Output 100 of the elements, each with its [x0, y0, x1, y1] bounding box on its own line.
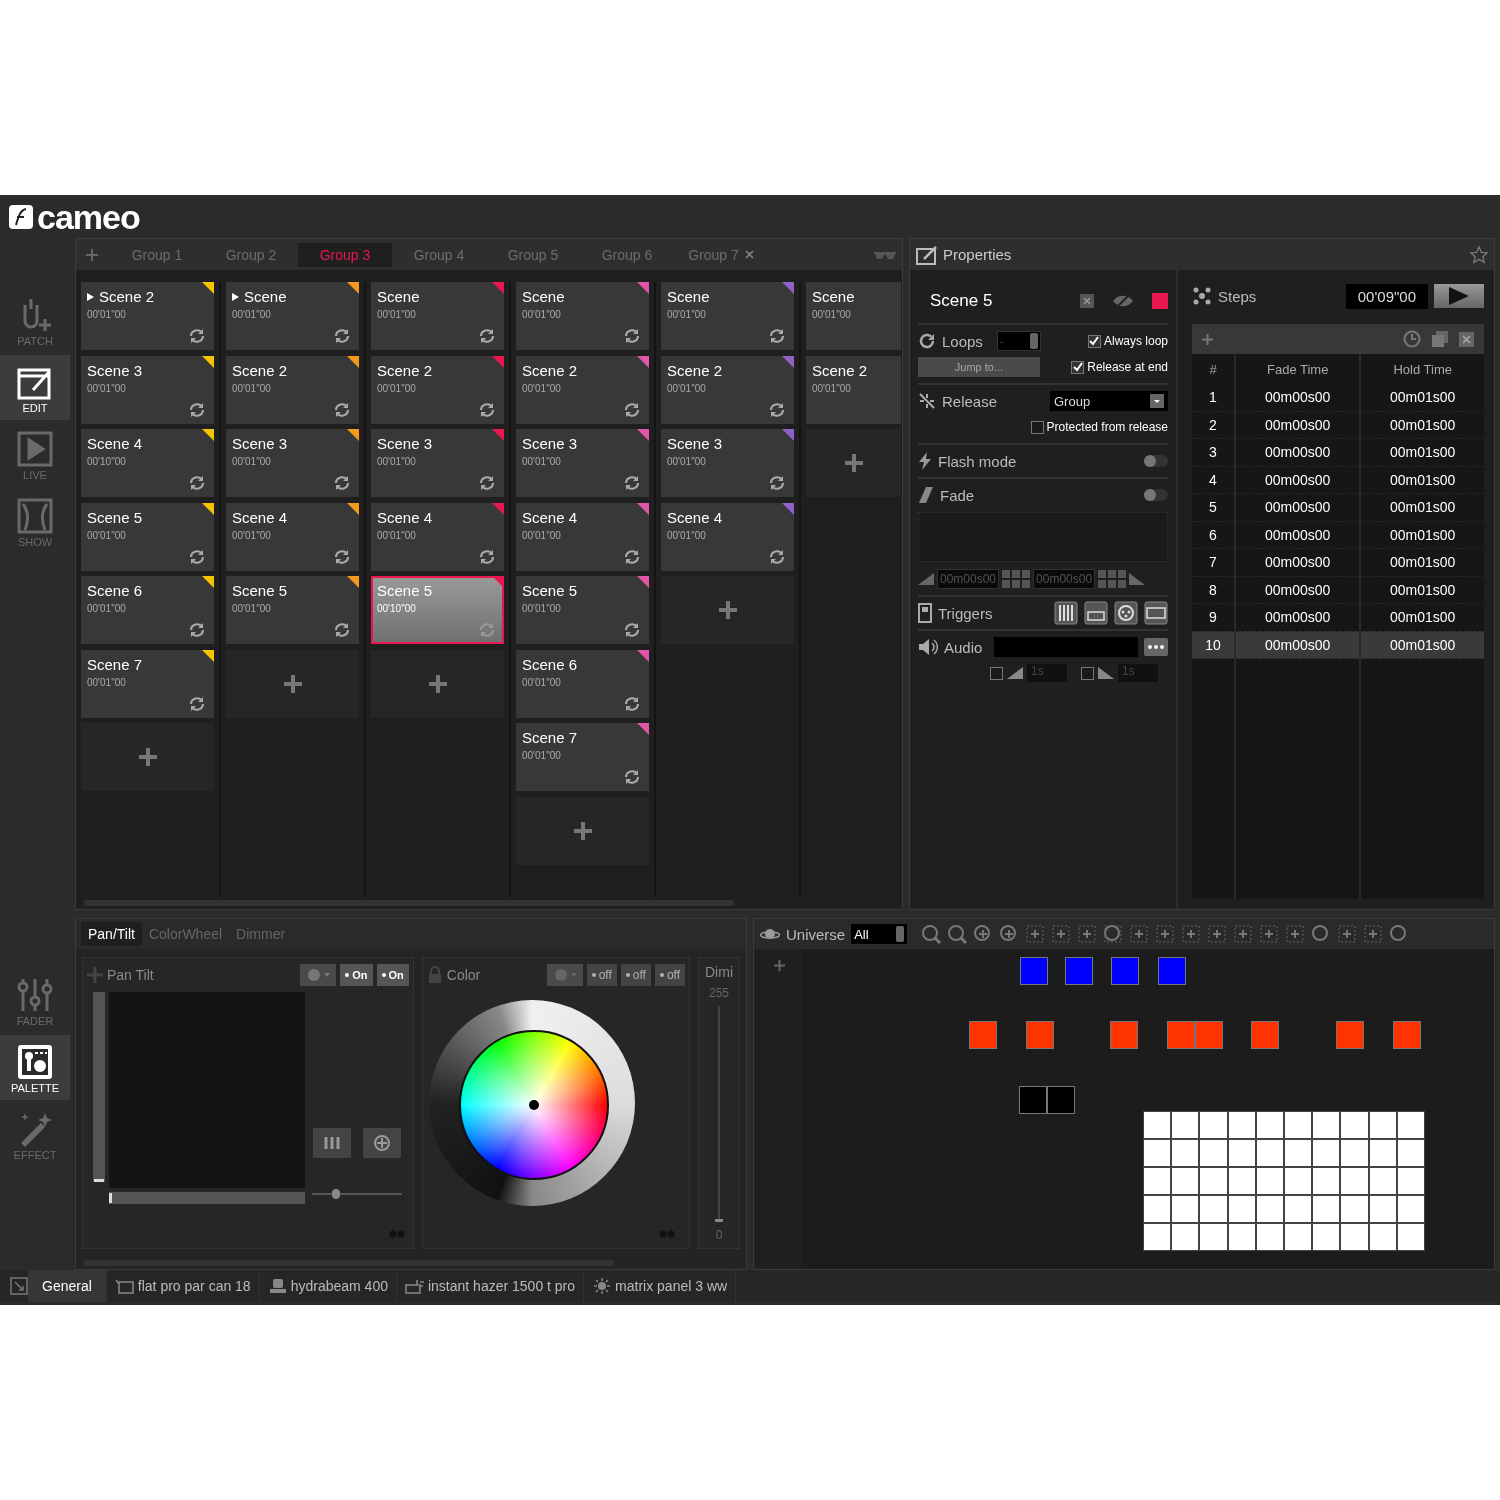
loop-icon[interactable] — [623, 622, 641, 638]
clock-icon[interactable] — [1403, 330, 1421, 348]
step-row[interactable]: 4 00m00s00 00m01s00 — [1192, 466, 1484, 494]
keypad-icon[interactable] — [1098, 570, 1127, 588]
fixture[interactable] — [1019, 1086, 1047, 1114]
loop-icon[interactable] — [333, 548, 351, 565]
scene-card[interactable]: Scene 2 00'01"00 — [371, 355, 504, 424]
loop-icon[interactable] — [623, 401, 641, 418]
fixture-select-button[interactable] — [546, 964, 583, 986]
always-loop-checkbox[interactable]: Always loop — [1087, 334, 1168, 348]
scene-card[interactable]: Scene 3 00'01"00 — [226, 429, 359, 497]
scene-card[interactable]: Scene 2 00'01"00 — [516, 355, 649, 424]
scene-card[interactable]: Scene 5 00'01"00 — [81, 502, 214, 571]
add-icon[interactable] — [1202, 333, 1213, 345]
scene-card[interactable]: Scene 3 00'01"00 — [81, 355, 214, 424]
scene-card[interactable]: Scene 3 00'01"00 — [661, 429, 794, 497]
speed-slider[interactable] — [311, 1188, 402, 1200]
loop-icon[interactable] — [623, 475, 641, 491]
loop-icon[interactable] — [623, 769, 641, 785]
step-row[interactable]: 7 00m00s00 00m01s00 — [1192, 548, 1484, 576]
loop-icon[interactable] — [623, 548, 641, 565]
more-icon[interactable] — [1144, 638, 1168, 656]
scene-card[interactable]: Scene 2 00'01"00 — [806, 355, 901, 424]
fixture[interactable] — [1020, 957, 1048, 985]
loop-icon[interactable] — [768, 401, 786, 418]
fixture-tab[interactable]: matrix panel 3 ww — [584, 1270, 737, 1302]
fixture[interactable] — [1065, 957, 1093, 985]
release-at-end-checkbox[interactable]: Release at end — [1071, 360, 1168, 374]
loop-icon[interactable] — [623, 328, 641, 344]
scene-card[interactable]: Scene 6 00'01"00 — [516, 649, 649, 718]
scene-card[interactable]: Scene 00'01"00 — [226, 282, 359, 350]
scene-name-field[interactable]: Scene 5 — [918, 290, 1062, 311]
scene-card[interactable]: Scene 00'01"00 — [371, 282, 504, 350]
scene-card[interactable]: Scene 3 00'01"00 — [371, 429, 504, 497]
tilt-slider[interactable] — [93, 992, 105, 1182]
close-icon[interactable] — [1459, 331, 1474, 347]
dmx-connector-icon[interactable] — [1114, 601, 1138, 625]
loop-icon[interactable] — [333, 328, 351, 344]
step-row[interactable]: 10 00m00s00 00m01s00 — [1192, 631, 1484, 659]
scene-card[interactable]: Scene 4 00'01"00 — [226, 502, 359, 571]
picker-handle[interactable] — [528, 1100, 539, 1110]
fixture-tab[interactable]: General — [28, 1270, 107, 1302]
loop-icon[interactable] — [333, 622, 351, 638]
fixture-tab[interactable]: hydrabeam 400 — [259, 1270, 397, 1302]
audio-fade-in-checkbox[interactable] — [990, 666, 1003, 680]
close-icon[interactable] — [1080, 293, 1094, 308]
scene-card[interactable]: Scene 5 00'10"00 — [371, 576, 504, 644]
step-row[interactable]: 5 00m00s00 00m01s00 — [1192, 493, 1484, 521]
scene-card[interactable]: Scene 6 00'01"00 — [81, 576, 214, 644]
piano-keys-icon[interactable] — [1054, 601, 1078, 625]
palette-tab[interactable]: Pan/Tilt — [81, 922, 142, 946]
star-icon[interactable] — [1470, 245, 1488, 264]
loop-icon[interactable] — [478, 548, 496, 565]
loop-icon[interactable] — [768, 548, 786, 565]
add-icon[interactable] — [774, 960, 785, 971]
loop-icon[interactable] — [623, 695, 641, 712]
fixtures-button[interactable] — [312, 1128, 351, 1158]
mode-button[interactable]: PALETTE — [0, 1035, 70, 1100]
scene-card[interactable]: Scene 4 00'01"00 — [371, 502, 504, 571]
fixture-tab[interactable]: flat pro par can 18 — [106, 1270, 260, 1302]
on-button[interactable]: On — [340, 964, 373, 986]
release-dropdown[interactable]: Group — [1050, 391, 1168, 411]
mode-button[interactable]: EDIT — [0, 355, 70, 420]
protected-checkbox[interactable]: Protected from release — [1030, 420, 1168, 434]
jump-to-button[interactable]: Jump to... — [918, 357, 1040, 377]
scene-card[interactable]: Scene 2 00'01"00 — [81, 282, 214, 350]
scene-card[interactable]: Scene 4 00'10"00 — [81, 429, 214, 497]
fixture[interactable] — [1111, 957, 1139, 985]
audio-fade-out-checkbox[interactable] — [1081, 666, 1094, 680]
step-row[interactable]: 6 00m00s00 00m01s00 — [1192, 521, 1484, 549]
scene-card[interactable]: Scene 4 00'01"00 — [661, 502, 794, 571]
matrix-fixture[interactable] — [1143, 1111, 1425, 1251]
scene-card[interactable]: Scene 3 00'01"00 — [516, 429, 649, 497]
loop-icon[interactable] — [188, 695, 206, 712]
loop-icon[interactable] — [478, 475, 496, 491]
step-row[interactable]: 1 00m00s00 00m01s00 — [1192, 384, 1484, 411]
pan-slider[interactable] — [109, 1192, 305, 1204]
zoom-in-icon[interactable] — [947, 924, 968, 944]
universe-select[interactable]: All — [851, 924, 908, 944]
fixture[interactable] — [1047, 1086, 1075, 1114]
loop-icon[interactable] — [768, 328, 786, 344]
group-tab[interactable]: Group 3 — [298, 242, 392, 267]
loop-icon[interactable] — [768, 475, 786, 491]
loop-icon[interactable] — [188, 328, 206, 344]
scene-card[interactable]: Scene 2 00'01"00 — [226, 355, 359, 424]
keypad-icon[interactable] — [1002, 570, 1031, 588]
glasses-icon[interactable] — [874, 249, 896, 260]
step-row[interactable]: 2 00m00s00 00m01s00 — [1192, 411, 1484, 439]
tilt-handle[interactable] — [94, 1179, 104, 1182]
on-button[interactable]: On — [376, 964, 409, 986]
scene-card[interactable]: Scene 00'01"00 — [806, 282, 901, 350]
add-icon[interactable] — [86, 248, 98, 261]
keyboard-icon[interactable] — [1084, 601, 1108, 625]
timecode-icon[interactable] — [1144, 601, 1168, 625]
scene-color-swatch[interactable] — [1152, 292, 1168, 309]
loop-icon[interactable] — [333, 401, 351, 418]
loop-icon[interactable] — [478, 328, 496, 344]
off-button[interactable]: off — [586, 964, 617, 986]
scene-card[interactable]: Scene 7 00'01"00 — [516, 723, 649, 791]
copy-icon[interactable] — [1431, 330, 1449, 348]
